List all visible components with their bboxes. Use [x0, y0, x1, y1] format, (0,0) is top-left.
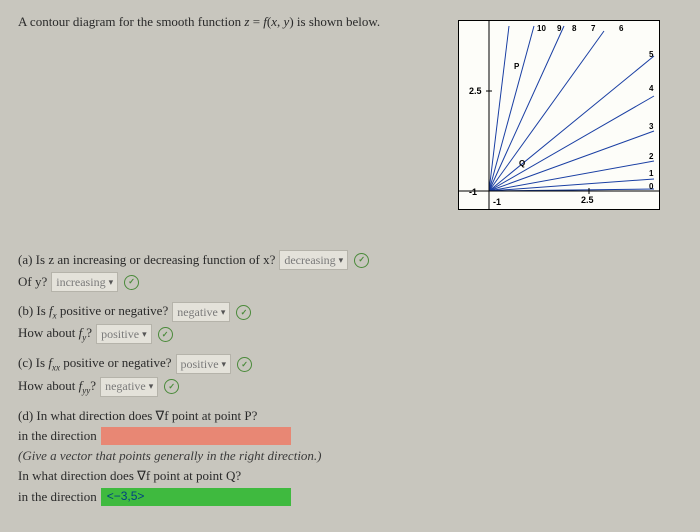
- check-icon: ✓: [354, 253, 369, 268]
- svg-text:Q: Q: [519, 159, 525, 168]
- part-d-q1: (d) In what direction does ∇f point at p…: [18, 407, 257, 425]
- axis-x-25: 2.5: [581, 195, 594, 205]
- svg-text:8: 8: [572, 24, 577, 33]
- chevron-down-icon: ▾: [142, 328, 147, 341]
- part-a-select2[interactable]: increasing ▾: [51, 272, 118, 292]
- answer-correct-highlight[interactable]: <−3,5>: [101, 488, 291, 506]
- part-c-q2: How about fyy?: [18, 377, 96, 397]
- part-b-select1[interactable]: negative ▾: [172, 302, 230, 322]
- svg-text:3: 3: [649, 122, 654, 131]
- svg-text:7: 7: [591, 24, 596, 33]
- part-c-select1[interactable]: positive ▾: [176, 354, 232, 374]
- check-icon: ✓: [236, 305, 251, 320]
- axis-y-25: 2.5: [469, 86, 482, 96]
- part-b-q1: (b) Is fx positive or negative?: [18, 302, 168, 322]
- part-b: (b) Is fx positive or negative? negative…: [18, 302, 682, 344]
- svg-text:P: P: [514, 62, 520, 71]
- part-a-select1[interactable]: decreasing ▾: [279, 250, 348, 270]
- chevron-down-icon: ▾: [109, 276, 114, 289]
- part-d-lead1: in the direction: [18, 427, 97, 445]
- svg-text:2: 2: [649, 152, 654, 161]
- contour-diagram: -1 2.5 -1 2.5 10 9 8 7 6 5 4 3 2 1 0 P Q: [458, 20, 660, 210]
- chevron-down-icon: ▾: [221, 306, 226, 319]
- part-b-select2[interactable]: positive ▾: [96, 324, 152, 344]
- part-d-q2: In what direction does ∇f point at point…: [18, 467, 241, 485]
- part-a-q1: (a) Is z an increasing or decreasing fun…: [18, 251, 275, 269]
- check-icon: ✓: [237, 357, 252, 372]
- part-d: (d) In what direction does ∇f point at p…: [18, 407, 682, 506]
- svg-text:5: 5: [649, 50, 654, 59]
- part-c: (c) Is fxx positive or negative? positiv…: [18, 354, 682, 396]
- svg-text:10: 10: [537, 24, 546, 33]
- part-a: (a) Is z an increasing or decreasing fun…: [18, 250, 682, 292]
- part-d-note: (Give a vector that points generally in …: [18, 447, 322, 465]
- axis-y-neg1: -1: [493, 197, 501, 207]
- check-icon: ✓: [158, 327, 173, 342]
- axis-x-neg1: -1: [469, 187, 477, 197]
- svg-text:4: 4: [649, 84, 654, 93]
- part-a-q2: Of y?: [18, 273, 47, 291]
- part-c-select2[interactable]: negative ▾: [100, 377, 158, 397]
- svg-text:6: 6: [619, 24, 624, 33]
- svg-text:9: 9: [557, 24, 562, 33]
- chevron-down-icon: ▾: [149, 380, 154, 393]
- part-b-q2: How about fy?: [18, 324, 92, 344]
- chevron-down-icon: ▾: [222, 358, 227, 371]
- part-c-q1: (c) Is fxx positive or negative?: [18, 354, 172, 374]
- check-icon: ✓: [124, 275, 139, 290]
- part-d-lead2: in the direction: [18, 488, 97, 506]
- chevron-down-icon: ▾: [339, 254, 344, 267]
- svg-text:0: 0: [649, 182, 654, 191]
- check-icon: ✓: [164, 379, 179, 394]
- svg-text:1: 1: [649, 169, 654, 178]
- answer-incorrect-highlight[interactable]: [101, 427, 291, 445]
